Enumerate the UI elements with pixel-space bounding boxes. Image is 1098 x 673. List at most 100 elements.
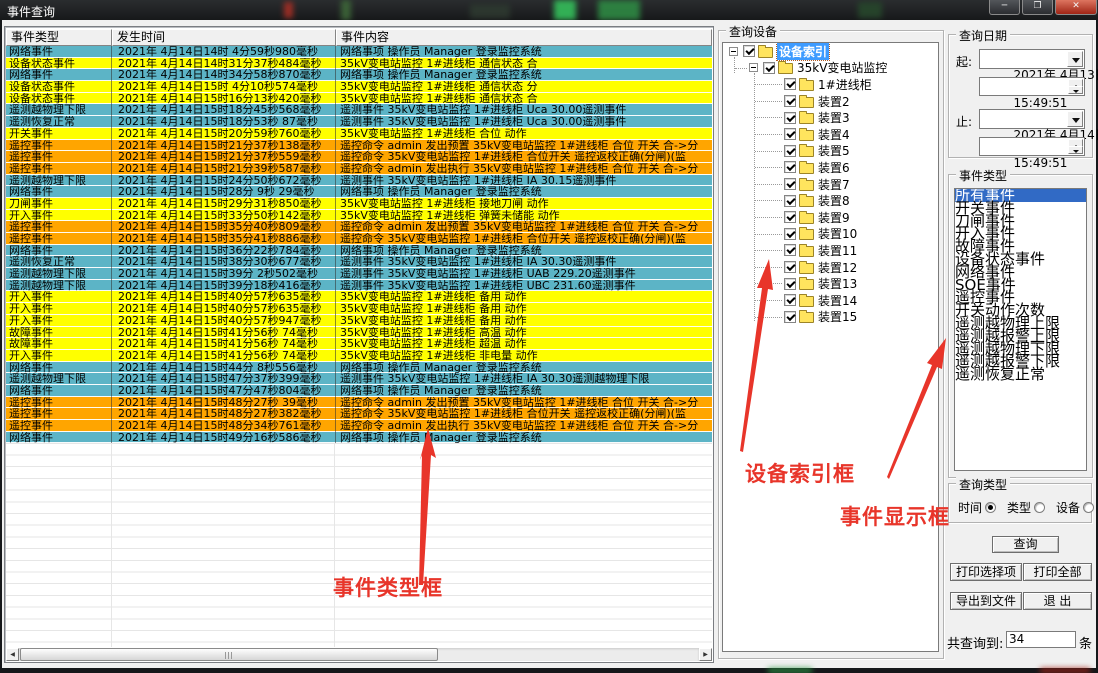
checkbox-checked-icon[interactable] — [784, 294, 796, 306]
table-row[interactable]: 设备状态事件 2021年 4月14日15时 4分10秒574毫秒 35kV变电站… — [6, 81, 712, 93]
radio-option[interactable]: 设备 — [1056, 499, 1094, 516]
checkbox-checked-icon[interactable] — [784, 145, 796, 157]
table-row[interactable]: 遥控事件 2021年 4月14日15时21分37秒138毫秒 遥控命令 admi… — [6, 140, 712, 152]
radio-option[interactable]: 类型 — [1007, 499, 1045, 516]
radio-option[interactable]: 时间 — [958, 499, 996, 516]
checkbox-checked-icon[interactable] — [784, 78, 796, 90]
list-item[interactable]: 遥测恢复正常 — [955, 368, 1086, 381]
table-row[interactable]: 开入事件 2021年 4月14日15时40分57秒635毫秒 35kV变电站监控… — [6, 291, 712, 303]
tree-node-device[interactable]: 装置8 — [723, 192, 938, 209]
print-selected-button[interactable]: 打印选择项 — [950, 563, 1022, 581]
scroll-right-icon[interactable]: ▶ — [699, 648, 712, 661]
tree-node-device[interactable]: 装置4 — [723, 126, 938, 143]
table-row[interactable]: 开关事件 2021年 4月14日15时20分59秒760毫秒 35kV变电站监控… — [6, 128, 712, 140]
table-row[interactable]: 遥测恢复正常 2021年 4月14日15时38分30秒677毫秒 遥测事件 35… — [6, 256, 712, 268]
table-row[interactable]: 遥测恢复正常 2021年 4月14日15时18分53秒 87毫秒 遥测事件 35… — [6, 116, 712, 128]
table-row[interactable]: 遥控事件 2021年 4月14日15时48分27秒 39毫秒 遥控命令 admi… — [6, 397, 712, 409]
scrollbar-thumb[interactable] — [20, 648, 438, 661]
table-row[interactable]: 网络事件 2021年 4月14日14时 4分59秒980毫秒 网络事项 操作员 … — [6, 46, 712, 58]
table-row[interactable]: 网络事件 2021年 4月14日15时44分 8秒556毫秒 网络事项 操作员 … — [6, 362, 712, 374]
table-row[interactable]: 网络事件 2021年 4月14日14时34分58秒870毫秒 网络事项 操作员 … — [6, 69, 712, 81]
result-count-field[interactable]: 34 — [1006, 631, 1076, 648]
horizontal-scrollbar[interactable]: ◀ ▶ — [6, 648, 712, 661]
table-row[interactable]: 遥测越物理下限 2021年 4月14日15时18分45秒568毫秒 遥测事件 3… — [6, 104, 712, 116]
chevron-down-icon[interactable] — [1067, 111, 1083, 127]
tree-node-label[interactable]: 设备索引 — [777, 43, 829, 60]
table-row[interactable]: 遥控事件 2021年 4月14日15时21分37秒559毫秒 遥控命令 35kV… — [6, 151, 712, 163]
checkbox-checked-icon[interactable] — [784, 178, 796, 190]
scrollbar-track[interactable] — [19, 648, 699, 661]
tree-node-device[interactable]: 装置6 — [723, 159, 938, 176]
tree-node-device[interactable]: 装置3 — [723, 109, 938, 126]
table-row[interactable]: 设备状态事件 2021年 4月14日15时16分13秒420毫秒 35kV变电站… — [6, 93, 712, 105]
checkbox-checked-icon[interactable] — [784, 261, 796, 273]
tree-node-device[interactable]: 装置12 — [723, 259, 938, 276]
table-row[interactable]: 开入事件 2021年 4月14日15时33分50秒142毫秒 35kV变电站监控… — [6, 210, 712, 222]
scroll-left-icon[interactable]: ◀ — [6, 648, 19, 661]
table-row[interactable]: 遥测越物理下限 2021年 4月14日15时39分18秒416毫秒 遥测事件 3… — [6, 280, 712, 292]
collapse-icon[interactable] — [729, 47, 738, 56]
tree-node-device[interactable]: 装置5 — [723, 143, 938, 160]
column-header-content[interactable]: 事件内容 — [336, 29, 712, 46]
tree-node-device[interactable]: 装置13 — [723, 275, 938, 292]
table-row[interactable]: 网络事件 2021年 4月14日15时49分16秒586毫秒 网络事项 操作员 … — [6, 432, 712, 444]
tree-node-device[interactable]: 装置10 — [723, 226, 938, 243]
table-row[interactable]: 故障事件 2021年 4月14日15时41分56秒 74毫秒 35kV变电站监控… — [6, 338, 712, 350]
table-row[interactable]: 遥测越物理下限 2021年 4月14日15时24分50秒672毫秒 遥测事件 3… — [6, 175, 712, 187]
table-row[interactable]: 开入事件 2021年 4月14日15时40分57秒947毫秒 35kV变电站监控… — [6, 315, 712, 327]
table-row[interactable]: 遥控事件 2021年 4月14日15时35分40秒809毫秒 遥控命令 admi… — [6, 221, 712, 233]
table-row[interactable]: 遥控事件 2021年 4月14日15时21分39秒587毫秒 遥控命令 admi… — [6, 163, 712, 175]
checkbox-checked-icon[interactable] — [784, 95, 796, 107]
checkbox-checked-icon[interactable] — [784, 244, 796, 256]
tree-node-root[interactable]: 设备索引 — [723, 43, 938, 60]
from-time-spinner[interactable]: 15:49:51 — [979, 77, 1085, 96]
from-date-combobox[interactable]: 2021年 4月13日 — [979, 49, 1085, 69]
tree-node-device[interactable]: 装置7 — [723, 176, 938, 193]
minimize-button[interactable]: ─ — [989, 0, 1020, 15]
table-row[interactable]: 遥测越物理下限 2021年 4月14日15时47分37秒399毫秒 遥测事件 3… — [6, 373, 712, 385]
checkbox-checked-icon[interactable] — [784, 211, 796, 223]
checkbox-checked-icon[interactable] — [784, 195, 796, 207]
tree-node-device[interactable]: 装置15 — [723, 309, 938, 326]
tree-node-device[interactable]: 装置2 — [723, 93, 938, 110]
table-row[interactable]: 网络事件 2021年 4月14日15时28分 9秒 29毫秒 网络事项 操作员 … — [6, 186, 712, 198]
checkbox-checked-icon[interactable] — [784, 278, 796, 290]
table-row[interactable]: 遥控事件 2021年 4月14日15时48分27秒382毫秒 遥控命令 35kV… — [6, 408, 712, 420]
checkbox-checked-icon[interactable] — [784, 112, 796, 124]
tree-node-device[interactable]: 1#进线柜 — [723, 76, 938, 93]
query-button[interactable]: 查询 — [992, 536, 1059, 553]
checkbox-checked-icon[interactable] — [784, 311, 796, 323]
table-row[interactable]: 遥测越物理下限 2021年 4月14日15时39分 2秒502毫秒 遥测事件 3… — [6, 268, 712, 280]
table-row[interactable]: 刀闸事件 2021年 4月14日15时29分31秒850毫秒 35kV变电站监控… — [6, 198, 712, 210]
spinner-down-icon[interactable] — [1068, 146, 1083, 154]
spinner-down-icon[interactable] — [1068, 86, 1083, 94]
checkbox-checked-icon[interactable] — [763, 62, 775, 74]
table-row[interactable]: 遥控事件 2021年 4月14日15时48分34秒761毫秒 遥控命令 admi… — [6, 420, 712, 432]
column-header-time[interactable]: 发生时间 — [112, 29, 336, 46]
print-all-button[interactable]: 打印全部 — [1023, 563, 1092, 581]
table-row[interactable]: 遥控事件 2021年 4月14日15时35分41秒886毫秒 遥控命令 35kV… — [6, 233, 712, 245]
table-row[interactable]: 开入事件 2021年 4月14日15时40分57秒635毫秒 35kV变电站监控… — [6, 303, 712, 315]
column-header-type[interactable]: 事件类型 — [6, 29, 112, 46]
maximize-button[interactable]: ❐ — [1022, 0, 1053, 15]
to-time-spinner[interactable]: 15:49:51 — [979, 137, 1085, 156]
tree-node-device[interactable]: 装置14 — [723, 292, 938, 309]
export-to-file-button[interactable]: 导出到文件 — [950, 592, 1022, 610]
table-row[interactable]: 开入事件 2021年 4月14日15时41分56秒 74毫秒 35kV变电站监控… — [6, 350, 712, 362]
table-row[interactable]: 网络事件 2021年 4月14日15时47分47秒804毫秒 网络事项 操作员 … — [6, 385, 712, 397]
exit-button[interactable]: 退 出 — [1023, 592, 1092, 610]
tree-node-device[interactable]: 装置9 — [723, 209, 938, 226]
table-row[interactable]: 故障事件 2021年 4月14日15时41分56秒 74毫秒 35kV变电站监控… — [6, 327, 712, 339]
checkbox-checked-icon[interactable] — [784, 161, 796, 173]
to-date-combobox[interactable]: 2021年 4月14日 — [979, 109, 1085, 129]
table-row[interactable]: 网络事件 2021年 4月14日15时36分22秒784毫秒 网络事项 操作员 … — [6, 245, 712, 257]
checkbox-checked-icon[interactable] — [784, 128, 796, 140]
tree-node-label[interactable]: 35kV变电站监控 — [797, 59, 887, 76]
event-type-listbox[interactable]: 所有事件 开关事件 刀闸事件 开入事件 故障事件 设备状态事件 网络事件 SOE… — [954, 188, 1087, 471]
close-button[interactable]: ✕ — [1055, 0, 1097, 15]
checkbox-checked-icon[interactable] — [743, 45, 755, 57]
chevron-down-icon[interactable] — [1067, 51, 1083, 67]
collapse-icon[interactable] — [749, 63, 758, 72]
tree-node-device[interactable]: 装置11 — [723, 242, 938, 259]
table-row[interactable]: 设备状态事件 2021年 4月14日14时31分37秒484毫秒 35kV变电站… — [6, 58, 712, 70]
